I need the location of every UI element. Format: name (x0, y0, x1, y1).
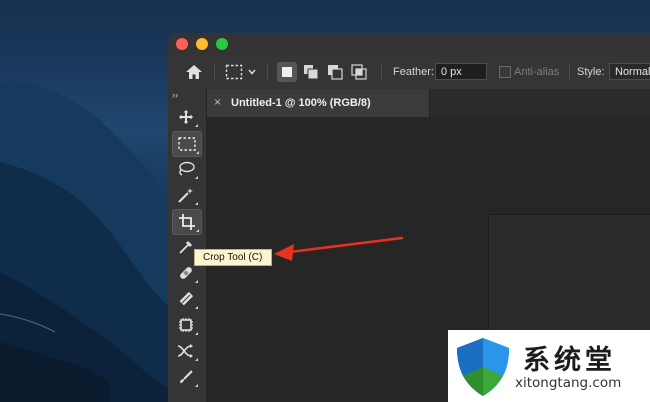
anti-alias-label: Anti-alias (514, 66, 560, 78)
anti-alias-checkbox[interactable] (499, 66, 511, 78)
lasso-icon (179, 161, 195, 176)
magic-wand-tool-button[interactable] (172, 183, 200, 207)
chip-icon (179, 318, 193, 332)
subtract-selection-icon (328, 65, 343, 80)
intersect-selection-button[interactable] (349, 62, 369, 82)
new-selection-button[interactable] (277, 62, 297, 82)
brush-icon (180, 370, 193, 383)
annotation-arrow (274, 236, 404, 261)
marquee-preset-icon (225, 64, 256, 80)
bandage-icon (180, 267, 192, 279)
crop-icon (179, 214, 195, 230)
options-bar: Feather: 0 px Anti-alias Style: Normal (168, 55, 650, 90)
zoom-window-button[interactable] (216, 38, 228, 50)
move-icon (179, 110, 193, 124)
lasso-tool-button[interactable] (172, 157, 200, 181)
collapse-panel-button[interactable]: ›› (172, 90, 178, 100)
close-tab-icon[interactable]: × (214, 95, 221, 109)
crop-tool-button[interactable] (172, 209, 202, 235)
rectangular-marquee-icon (178, 137, 196, 151)
title-bar (168, 33, 650, 55)
history-brush-tool-button[interactable] (172, 339, 200, 363)
watermark-title: 系统堂 (523, 345, 616, 376)
eraser-icon (179, 291, 194, 306)
crop-tool-tooltip: Crop Tool (C) (194, 249, 272, 266)
clone-stamp-tool-button[interactable] (172, 313, 200, 337)
add-to-selection-button[interactable] (301, 62, 321, 82)
new-selection-icon (282, 67, 292, 77)
marquee-tool-button[interactable] (172, 131, 202, 157)
feather-label: Feather: (393, 66, 434, 78)
feather-input[interactable]: 0 px (435, 63, 487, 80)
tool-preset-picker[interactable] (225, 55, 257, 89)
pen-brush-tool-button[interactable] (172, 365, 200, 389)
home-button[interactable] (185, 55, 203, 89)
document-tab-title: Untitled-1 @ 100% (RGB/8) (231, 97, 371, 109)
minimize-window-button[interactable] (196, 38, 208, 50)
document-tab[interactable]: × Untitled-1 @ 100% (RGB/8) (207, 89, 430, 117)
home-icon (186, 65, 202, 79)
style-select[interactable]: Normal (609, 63, 650, 80)
eyedropper-icon (179, 240, 193, 254)
tools-panel: ›› (168, 89, 207, 402)
shuffle-icon (177, 344, 193, 358)
document-tab-bar: × Untitled-1 @ 100% (RGB/8) (207, 89, 650, 117)
wallpaper-mountains (0, 81, 175, 402)
style-label: Style: (577, 66, 605, 78)
magic-wand-icon (178, 188, 193, 203)
shield-icon (457, 338, 509, 396)
brush-tool-button[interactable] (172, 287, 200, 311)
subtract-from-selection-button[interactable] (325, 62, 345, 82)
close-window-button[interactable] (176, 38, 188, 50)
move-tool-button[interactable] (172, 105, 200, 129)
watermark-url: xitongtang.com (515, 375, 622, 391)
watermark-logo: 系统堂 xitongtang.com (448, 330, 650, 402)
intersect-selection-icon (351, 64, 367, 80)
add-selection-icon (304, 65, 319, 80)
